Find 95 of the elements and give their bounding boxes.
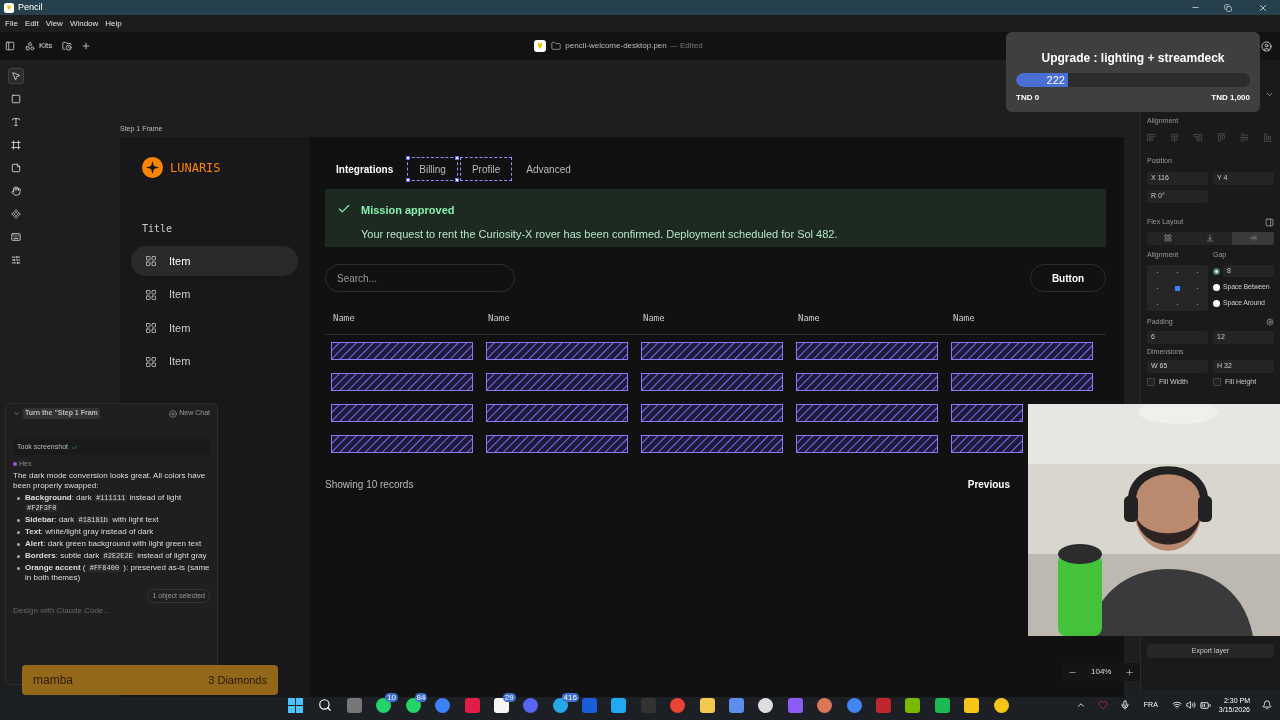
menu-item[interactable]: View xyxy=(45,17,63,30)
close-icon[interactable] xyxy=(1258,2,1268,13)
app-logo-icon xyxy=(4,2,14,13)
app-icon[interactable] xyxy=(934,697,950,713)
zoom-level: 104% xyxy=(1091,666,1112,678)
goal-min: TND 0 xyxy=(1016,92,1040,104)
tab[interactable]: Advanced xyxy=(515,158,582,180)
settings-icon[interactable] xyxy=(1266,318,1274,327)
file-name: pencil-welcome-desktop.pen xyxy=(565,40,667,52)
wifi-icon[interactable] xyxy=(1171,700,1182,710)
checkbox[interactable] xyxy=(1213,378,1221,387)
volume-icon[interactable] xyxy=(1185,700,1196,710)
plus-circle-icon xyxy=(169,409,178,418)
app-icon[interactable] xyxy=(964,697,980,713)
sidebar-toggle-icon[interactable] xyxy=(5,41,15,51)
tab[interactable]: Profile xyxy=(460,158,512,180)
grid-icon xyxy=(145,355,157,368)
hand-icon[interactable] xyxy=(8,183,24,199)
arrow-down-icon xyxy=(1206,234,1215,242)
grid-icon xyxy=(145,255,157,267)
arrow-right-icon xyxy=(1248,234,1257,242)
maximize-icon[interactable] xyxy=(1224,3,1232,12)
notification-badge: 29 xyxy=(502,692,516,702)
check-icon xyxy=(71,443,78,451)
flex-mode-option[interactable] xyxy=(1231,231,1274,245)
notification-badge: 10 xyxy=(385,692,399,702)
donor-name: mamba xyxy=(33,672,73,689)
sidebar-item[interactable]: Item xyxy=(131,346,298,377)
app-logo-icon xyxy=(534,40,547,52)
placeholder-cell xyxy=(951,403,1023,422)
menu-item[interactable]: File xyxy=(5,17,18,30)
notification-badge: 84 xyxy=(414,692,428,702)
radio-button[interactable] xyxy=(1213,299,1220,307)
notification-badge: 416 xyxy=(561,692,579,702)
column-header: Name xyxy=(797,312,821,325)
chevron-icon[interactable] xyxy=(1075,700,1086,710)
column-header: Name xyxy=(642,312,666,325)
placeholder-cell xyxy=(951,434,1023,453)
component-icon[interactable] xyxy=(8,206,24,222)
tab[interactable]: Billing xyxy=(408,158,457,180)
menu-item[interactable]: Help xyxy=(105,17,122,30)
kits-icon[interactable] xyxy=(25,41,35,51)
search-icon[interactable] xyxy=(318,698,333,712)
app-icon[interactable] xyxy=(699,697,715,713)
column-header: Name xyxy=(332,312,356,325)
kits-label[interactable]: Kits xyxy=(39,40,53,52)
chevron-icon[interactable] xyxy=(1265,90,1274,99)
column-header: Name xyxy=(487,312,511,325)
grid-layout-icon xyxy=(1164,234,1173,242)
app-icon[interactable] xyxy=(905,697,921,713)
menu-item[interactable]: Edit xyxy=(24,17,39,30)
tab[interactable]: Integrations xyxy=(325,158,405,180)
app-icon[interactable] xyxy=(993,697,1009,713)
menu-item[interactable]: Window xyxy=(69,17,99,30)
add-icon[interactable] xyxy=(81,41,92,51)
window-title: Pencil xyxy=(18,0,43,14)
brand-name: LUNARIS xyxy=(170,159,221,177)
radio-button[interactable] xyxy=(1213,267,1220,275)
grid-icon xyxy=(145,322,157,334)
records-count: Showing 10 records xyxy=(325,478,414,492)
microphone-icon[interactable] xyxy=(1119,700,1130,710)
app-icon[interactable] xyxy=(611,697,627,713)
sidebar-item[interactable]: Item xyxy=(131,313,298,343)
goal-title: Upgrade : lighting + streamdeck xyxy=(1040,50,1226,67)
folder-icon xyxy=(551,41,562,51)
checkbox[interactable] xyxy=(1147,378,1155,387)
alert-title: Mission approved xyxy=(361,203,456,218)
frame-icon[interactable] xyxy=(8,137,24,153)
message-text: The dark mode conversion looks great. All colors have been properly swapped: xyxy=(13,470,207,492)
goal-progress-value: 222 xyxy=(1046,73,1065,87)
goal-max: TND 1,000 xyxy=(1211,92,1250,104)
sidebar-item[interactable]: Item xyxy=(131,279,298,310)
file-status: — Edited xyxy=(669,40,703,52)
sidebar-item[interactable]: Item xyxy=(131,246,298,276)
app-icon[interactable] xyxy=(758,697,774,713)
column-header: Name xyxy=(952,312,976,325)
zoom-in-icon[interactable] xyxy=(1125,667,1135,677)
start-icon[interactable] xyxy=(288,697,304,713)
folder-clock-icon[interactable] xyxy=(62,41,73,51)
bullet-item: Alert: dark green background with light green text xyxy=(17,538,210,549)
radio-button[interactable] xyxy=(1213,283,1220,291)
donation-amount: 3 Diamonds xyxy=(208,672,267,688)
layout-icon[interactable] xyxy=(1265,217,1274,227)
bell-icon[interactable] xyxy=(1262,700,1272,710)
star-logo-icon xyxy=(142,157,163,178)
battery-icon[interactable] xyxy=(1199,699,1211,711)
bullet-item: Text: white/light gray instead of dark xyxy=(17,526,210,537)
user-icon[interactable] xyxy=(1261,40,1272,52)
sidebar-title: Title xyxy=(141,222,174,236)
grid-icon xyxy=(145,288,157,301)
pointer-icon[interactable] xyxy=(8,68,24,84)
alert-message: Your request to rent the Curiosity-X rover has been confirmed. Deployment scheduled for Sol 482. xyxy=(361,226,838,242)
check-icon xyxy=(337,202,351,216)
collapse-icon[interactable] xyxy=(13,410,20,417)
previous-link[interactable]: Previous xyxy=(967,477,1010,492)
